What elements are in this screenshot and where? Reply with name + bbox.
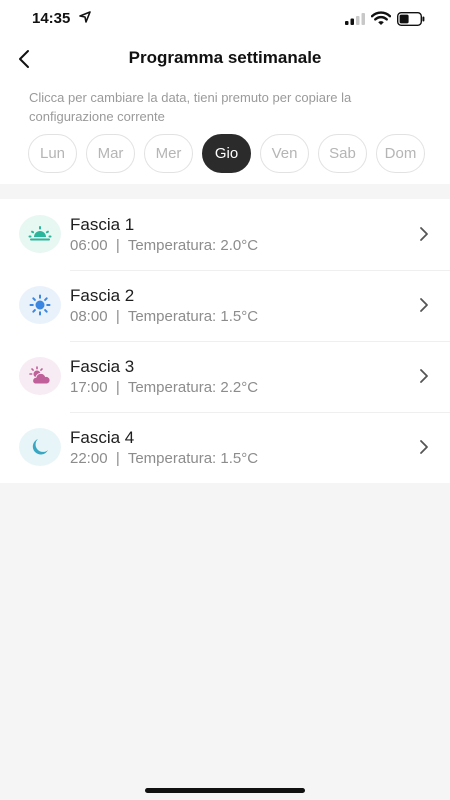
signal-icon bbox=[345, 13, 365, 25]
day-button-dom[interactable]: Dom bbox=[376, 134, 425, 173]
time-slot-row-2[interactable]: Fascia 2 08:00 | Temperatura: 1.5°C bbox=[0, 270, 450, 341]
day-button-mer[interactable]: Mer bbox=[144, 134, 193, 173]
chevron-right-icon bbox=[420, 440, 428, 454]
slot-icon-badge bbox=[19, 286, 61, 324]
top-area: 14:35 Programma settimanale Clicca per c… bbox=[0, 0, 450, 184]
sun-icon bbox=[29, 294, 51, 316]
wifi-icon bbox=[371, 11, 391, 25]
chevron-right-icon bbox=[420, 298, 428, 312]
cloud-sun-icon bbox=[29, 366, 51, 385]
slot-title: Fascia 3 bbox=[70, 357, 135, 376]
sunrise-icon bbox=[28, 226, 52, 241]
chevron-right-icon bbox=[420, 227, 428, 241]
slot-title: Fascia 4 bbox=[70, 428, 135, 447]
home-indicator bbox=[145, 788, 305, 793]
slot-icon-badge bbox=[19, 215, 61, 253]
day-button-gio[interactable]: Gio bbox=[202, 134, 251, 173]
slot-subtitle: 06:00 | Temperatura: 2.0°C bbox=[70, 237, 259, 254]
day-button-mar[interactable]: Mar bbox=[86, 134, 135, 173]
moon-icon bbox=[32, 439, 48, 455]
header: Programma settimanale bbox=[0, 40, 450, 80]
slot-icon-badge bbox=[19, 357, 61, 395]
day-button-ven[interactable]: Ven bbox=[260, 134, 309, 173]
time-slot-row-3[interactable]: Fascia 3 17:00 | Temperatura: 2.2°C bbox=[0, 341, 450, 412]
slot-title: Fascia 2 bbox=[70, 286, 135, 305]
status-bar: 14:35 bbox=[0, 0, 450, 40]
slot-title: Fascia 1 bbox=[70, 215, 135, 234]
slot-icon-badge bbox=[19, 428, 61, 466]
slot-subtitle: 22:00 | Temperatura: 1.5°C bbox=[70, 450, 259, 467]
day-selector: Lun Mar Mer Gio Ven Sab Dom bbox=[28, 134, 425, 173]
day-button-lun[interactable]: Lun bbox=[28, 134, 77, 173]
time-slot-row-1[interactable]: Fascia 1 06:00 | Temperatura: 2.0°C bbox=[0, 199, 450, 270]
battery-icon bbox=[397, 12, 425, 26]
slot-subtitle: 17:00 | Temperatura: 2.2°C bbox=[70, 379, 259, 396]
page-title: Programma settimanale bbox=[128, 48, 322, 67]
slot-subtitle: 08:00 | Temperatura: 1.5°C bbox=[70, 308, 259, 325]
time-slot-row-4[interactable]: Fascia 4 22:00 | Temperatura: 1.5°C bbox=[0, 412, 450, 483]
chevron-right-icon bbox=[420, 369, 428, 383]
time-slot-list: Fascia 1 06:00 | Temperatura: 2.0°C Fasc… bbox=[0, 199, 450, 483]
status-time: 14:35 bbox=[32, 10, 71, 27]
hint-text: Clicca per cambiare la data, tieni premu… bbox=[29, 90, 352, 124]
location-arrow-icon bbox=[79, 11, 91, 23]
day-button-sab[interactable]: Sab bbox=[318, 134, 367, 173]
